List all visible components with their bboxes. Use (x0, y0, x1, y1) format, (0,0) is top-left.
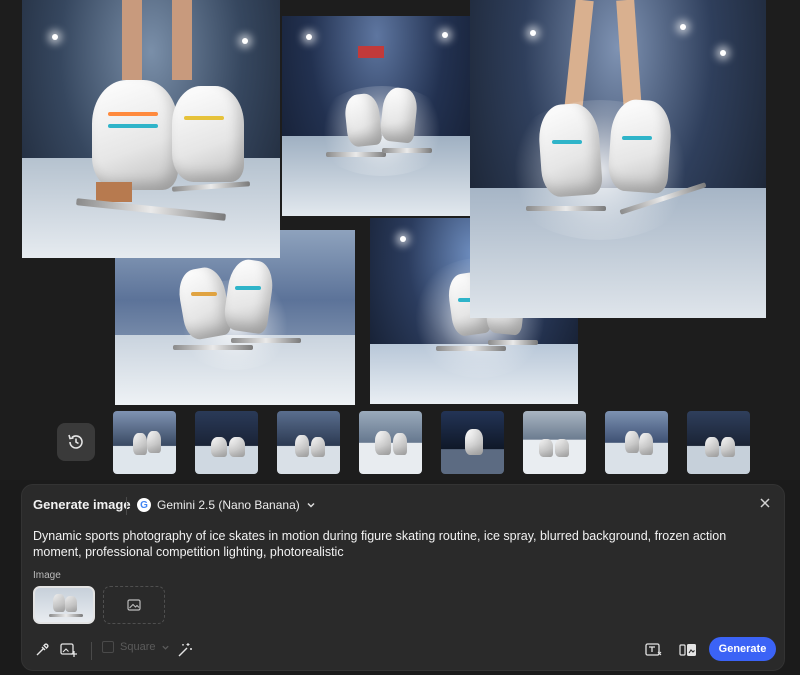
thumbnail[interactable] (277, 411, 340, 474)
text-to-image-button[interactable] (644, 640, 664, 660)
generated-image-3[interactable] (470, 0, 766, 318)
thumbnail[interactable] (523, 411, 586, 474)
eyedropper-button[interactable] (32, 640, 52, 660)
generated-image-1[interactable] (22, 0, 280, 258)
add-image-icon (60, 643, 77, 657)
generate-panel: Generate image G Gemini 2.5 (Nano Banana… (21, 484, 785, 671)
close-icon (760, 498, 770, 508)
thumbnail[interactable] (195, 411, 258, 474)
divider (91, 642, 92, 660)
divider (126, 497, 127, 515)
thumbnail[interactable] (687, 411, 750, 474)
image-section-label: Image (33, 570, 61, 581)
thumbnail[interactable] (113, 411, 176, 474)
thumbnail[interactable] (359, 411, 422, 474)
prompt-text[interactable]: Dynamic sports photography of ice skates… (33, 528, 778, 560)
magic-wand-icon (178, 643, 192, 657)
panel-title: Generate image (33, 497, 131, 512)
aspect-checkbox[interactable] (102, 641, 114, 653)
aspect-ratio-selector[interactable]: Square (102, 641, 170, 653)
thumbnail[interactable] (605, 411, 668, 474)
add-reference-image-button[interactable] (103, 586, 165, 624)
history-thumbnails (113, 411, 750, 475)
google-g-icon: G (137, 498, 151, 512)
generated-image-2[interactable] (282, 16, 472, 216)
history-icon (68, 434, 83, 449)
aspect-label: Square (120, 641, 156, 653)
add-image-button[interactable] (59, 640, 79, 660)
reference-image[interactable] (33, 586, 95, 624)
model-label: Gemini 2.5 (Nano Banana) (157, 498, 300, 512)
thumbnail[interactable] (441, 411, 504, 474)
image-placeholder-icon (127, 599, 141, 611)
close-button[interactable] (756, 494, 774, 512)
image-canvas (0, 0, 800, 480)
magic-button[interactable] (175, 640, 195, 660)
compare-button[interactable] (678, 640, 698, 660)
text-to-image-icon (645, 643, 662, 656)
chevron-down-icon (307, 502, 315, 508)
history-button[interactable] (57, 423, 95, 461)
eyedropper-icon (36, 643, 49, 656)
chevron-down-icon (162, 645, 170, 650)
generate-button[interactable]: Generate (709, 637, 776, 661)
compare-icon (679, 644, 696, 656)
model-selector[interactable]: G Gemini 2.5 (Nano Banana) (137, 494, 316, 516)
